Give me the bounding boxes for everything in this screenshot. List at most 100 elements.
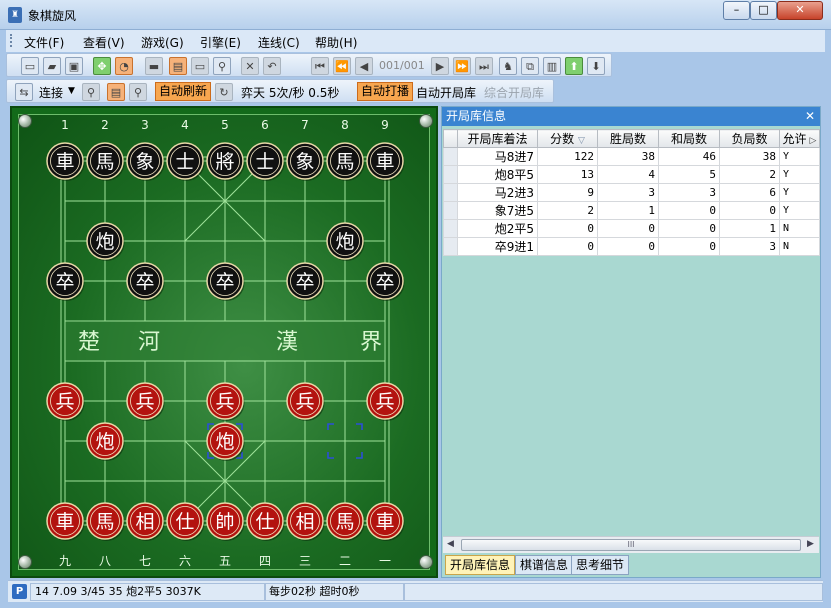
menu-game[interactable]: 游戏(G) [141, 34, 184, 51]
menu-engine[interactable]: 引擎(E) [200, 34, 241, 51]
magnifier-icon[interactable]: ⚲ [129, 83, 147, 101]
connect-dropdown[interactable]: 连接 [39, 84, 63, 101]
red-piece[interactable]: 相 [286, 502, 325, 541]
auto-open-book-button[interactable]: 自动开局库 [416, 84, 476, 101]
black-piece[interactable]: 炮 [326, 222, 365, 261]
auto-refresh-button[interactable]: 自动刷新 [155, 82, 212, 101]
chevron-down-icon[interactable]: ▼ [68, 86, 75, 96]
black-piece[interactable]: 馬 [326, 142, 365, 181]
tab-game-record[interactable]: 棋谱信息 [515, 555, 574, 575]
black-piece[interactable]: 士 [246, 142, 285, 181]
table-row[interactable]: 炮8平5 13 4 5 2 Y [443, 165, 820, 184]
red-piece[interactable]: 馬 [326, 502, 365, 541]
flip-board-icon[interactable]: ✥ [93, 57, 111, 75]
red-piece[interactable]: 炮 [206, 422, 245, 461]
column-header-losses[interactable]: 负局数 [719, 129, 780, 148]
first-move-icon[interactable]: ⏮ [311, 57, 329, 75]
refresh-icon[interactable]: ↻ [215, 83, 233, 101]
column-header-draws[interactable]: 和局数 [658, 129, 720, 148]
black-piece[interactable]: 卒 [366, 262, 405, 301]
undo-icon[interactable]: ↶ [263, 57, 281, 75]
red-piece[interactable]: 兵 [126, 382, 165, 421]
red-piece[interactable]: 相 [126, 502, 165, 541]
black-piece[interactable]: 炮 [86, 222, 125, 261]
prev-5-icon[interactable]: ⏪ [333, 57, 351, 75]
red-piece[interactable]: 兵 [46, 382, 85, 421]
black-piece[interactable]: 卒 [46, 262, 85, 301]
copy-icon[interactable]: ⧉ [521, 57, 539, 75]
export-icon[interactable]: ⬇ [587, 57, 605, 75]
black-piece[interactable]: 卒 [286, 262, 325, 301]
black-piece[interactable]: 象 [126, 142, 165, 181]
table-row[interactable]: 马2进3 9 3 3 6 Y [443, 183, 820, 202]
next-5-icon[interactable]: ⏩ [453, 57, 471, 75]
menu-view[interactable]: 查看(V) [83, 34, 125, 51]
prev-move-icon[interactable]: ◀ [355, 57, 373, 75]
cell-score: 2 [537, 201, 598, 220]
horizontal-scrollbar[interactable]: ◀ III ▶ [443, 536, 819, 553]
column-header-allow[interactable]: 允许 ▷ [779, 129, 820, 148]
black-piece[interactable]: 將 [206, 142, 245, 181]
red-piece[interactable]: 車 [366, 502, 405, 541]
red-piece[interactable]: 兵 [206, 382, 245, 421]
menu-help[interactable]: 帮助(H) [315, 34, 357, 51]
timer-text: 每步02秒 超时0秒 [264, 583, 404, 601]
tab-opening-book[interactable]: 开局库信息 [445, 555, 516, 575]
combined-book-button[interactable]: 综合开局库 [484, 84, 544, 101]
red-piece[interactable]: 帥 [206, 502, 245, 541]
red-piece[interactable]: 馬 [86, 502, 125, 541]
file-number-top: 8 [341, 118, 349, 132]
connect-icon[interactable]: ⇆ [15, 83, 33, 101]
column-header-wins[interactable]: 胜局数 [597, 129, 659, 148]
next-move-icon[interactable]: ▶ [431, 57, 449, 75]
board-view-icon[interactable]: ▤ [169, 57, 187, 75]
red-piece[interactable]: 兵 [366, 382, 405, 421]
last-move-icon[interactable]: ⏭ [475, 57, 493, 75]
minimize-button[interactable]: – [723, 1, 750, 20]
computer-icon[interactable]: ▭ [191, 57, 209, 75]
edit-board-icon[interactable]: ♞ [499, 57, 517, 75]
alarm-clock-icon[interactable]: ◔ [115, 57, 133, 75]
tab-thinking-details[interactable]: 思考细节 [571, 555, 630, 575]
piece-label: 炮 [95, 431, 114, 453]
red-piece[interactable]: 兵 [286, 382, 325, 421]
column-header-move[interactable]: 开局库着法 [457, 129, 538, 148]
scroll-left-icon[interactable]: ◀ [447, 539, 454, 549]
new-file-icon[interactable]: ▭ [21, 57, 39, 75]
pin-icon[interactable]: ⚲ [82, 83, 100, 101]
black-piece[interactable]: 卒 [206, 262, 245, 301]
black-piece[interactable]: 象 [286, 142, 325, 181]
red-piece[interactable]: 仕 [166, 502, 205, 541]
table-row[interactable]: 象7进5 2 1 0 0 Y [443, 201, 820, 220]
open-folder-icon[interactable]: ▰ [43, 57, 61, 75]
save-icon[interactable]: ▣ [65, 57, 83, 75]
panel-close-icon[interactable]: ✕ [805, 107, 815, 126]
menu-file[interactable]: 文件(F) [24, 34, 64, 51]
scroll-right-icon[interactable]: ▶ [807, 539, 814, 549]
table-row[interactable]: 马8进7 122 38 46 38 Y [443, 147, 820, 166]
red-piece[interactable]: 炮 [86, 422, 125, 461]
book-icon[interactable]: ▤ [107, 83, 125, 101]
red-piece[interactable]: 車 [46, 502, 85, 541]
menu-grip[interactable] [10, 34, 12, 47]
black-piece[interactable]: 卒 [126, 262, 165, 301]
menu-connect[interactable]: 连线(C) [258, 34, 300, 51]
black-piece[interactable]: 車 [46, 142, 85, 181]
search-icon[interactable]: ⚲ [213, 57, 231, 75]
black-piece[interactable]: 馬 [86, 142, 125, 181]
black-piece[interactable]: 車 [366, 142, 405, 181]
import-icon[interactable]: ⬆ [565, 57, 583, 75]
paste-icon[interactable]: ▥ [543, 57, 561, 75]
red-piece[interactable]: 仕 [246, 502, 285, 541]
close-button[interactable]: ✕ [777, 1, 823, 20]
column-header-score[interactable]: 分数 ▽ [537, 129, 598, 148]
maximize-button[interactable]: □ [750, 1, 777, 20]
cancel-icon[interactable]: ✕ [241, 57, 259, 75]
xiangqi-board[interactable]: 楚河漢界1 2 3 4 5 6 7 8 9九八七六五四三二一車馬象士將士象馬車炮 炮卒卒卒卒卒兵兵… [10, 106, 438, 578]
black-piece[interactable]: 士 [166, 142, 205, 181]
table-row[interactable]: 炮2平5 0 0 0 1 N [443, 219, 820, 238]
auto-play-button[interactable]: 自动打播 [357, 82, 414, 101]
table-row[interactable]: 卒9进1 0 0 0 3 N [443, 237, 820, 256]
scroll-thumb[interactable]: III [461, 539, 801, 551]
monitor-icon[interactable]: ▬ [145, 57, 163, 75]
